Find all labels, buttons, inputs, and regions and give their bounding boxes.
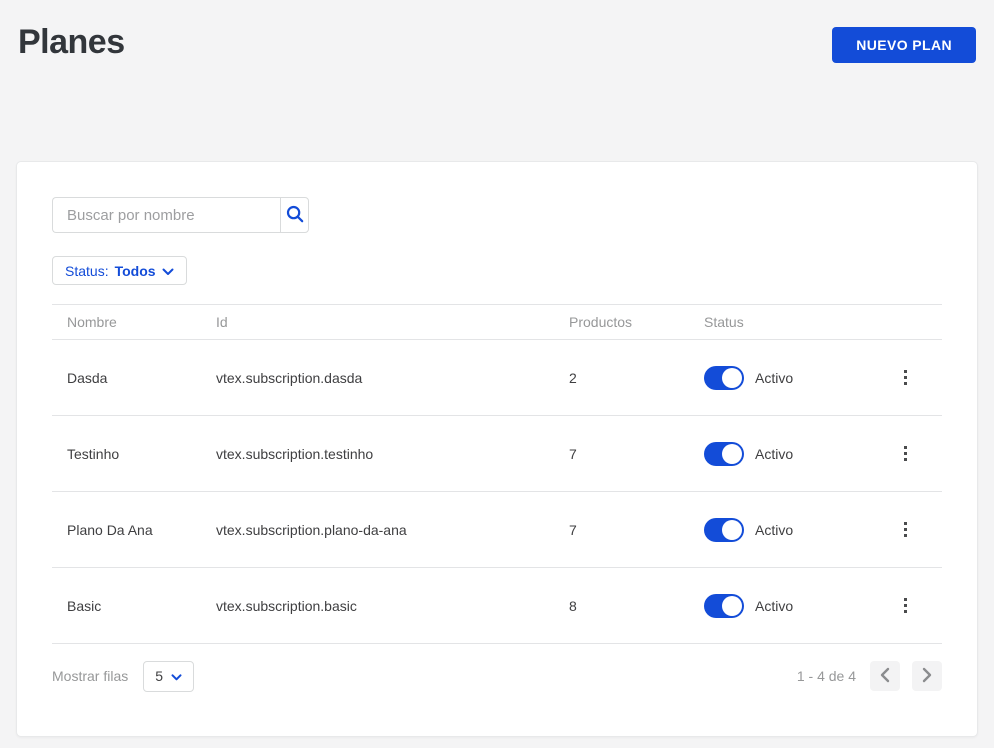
status-filter-value: Todos [114,262,156,279]
table-footer: Mostrar filas 5 1 - 4 de 4 [52,660,942,692]
chevron-down-icon [171,668,182,684]
status-label: Activo [755,369,794,386]
new-plan-button[interactable]: NUEVO PLAN [832,27,976,63]
rows-per-page-label: Mostrar filas [52,668,129,684]
search-button[interactable] [280,197,309,233]
plan-id: vtex.subscription.testinho [216,445,374,462]
status-toggle[interactable] [704,517,744,542]
search-group [52,197,309,233]
filter-row: Status: Todos [52,256,942,285]
kebab-menu-icon[interactable] [894,362,917,393]
toggle-knob [722,519,742,540]
table-row[interactable]: Testinho vtex.subscription.testinho 7 Ac… [52,416,942,492]
table-row[interactable]: Basic vtex.subscription.basic 8 Activo [52,568,942,644]
plan-name: Dasda [67,369,108,386]
rows-per-page-select[interactable]: 5 [143,660,195,692]
previous-page-button[interactable] [870,661,900,691]
pagination: 1 - 4 de 4 [797,661,942,691]
status-filter-label: Status: [65,262,109,279]
kebab-menu-icon[interactable] [894,590,917,621]
plan-products-count: 2 [569,369,577,386]
row-actions-cell [884,514,944,545]
table-header-row: Nombre Id Productos Status [52,304,942,340]
plan-name: Basic [67,597,102,614]
kebab-menu-icon[interactable] [894,438,917,469]
plan-name: Plano Da Ana [67,521,153,538]
plans-table: Nombre Id Productos Status Dasda vtex.su… [52,304,942,644]
row-actions-cell [884,438,944,469]
pagination-range: 1 - 4 de 4 [796,668,856,684]
plan-status-cell: Activo [689,365,884,390]
plans-card: Status: Todos Nombre Id Productos Status [16,161,978,737]
status-label: Activo [755,521,794,538]
plan-status-cell: Activo [689,593,884,618]
kebab-menu-icon[interactable] [894,514,917,545]
status-toggle[interactable] [704,593,744,618]
plan-products-count: 7 [569,445,577,462]
status-label: Activo [755,597,794,614]
column-header-status: Status [704,314,744,330]
plan-products-count: 8 [569,597,577,614]
column-header-nombre: Nombre [67,314,117,330]
column-header-productos: Productos [569,314,633,330]
table-row[interactable]: Dasda vtex.subscription.dasda 2 Activo [52,340,942,416]
chevron-right-icon [922,667,932,686]
status-toggle[interactable] [704,365,744,390]
toggle-knob [722,595,742,616]
status-label: Activo [755,445,794,462]
table-body: Dasda vtex.subscription.dasda 2 Activo T… [52,340,942,644]
plan-status-cell: Activo [689,517,884,542]
column-header-id: Id [216,314,228,330]
plan-id: vtex.subscription.plano-da-ana [216,521,407,538]
plan-name: Testinho [67,445,120,462]
row-actions-cell [884,590,944,621]
magnifier-icon [285,204,305,227]
plan-status-cell: Activo [689,441,884,466]
chevron-down-icon [162,263,174,279]
rows-per-page-control: Mostrar filas 5 [52,660,195,692]
rows-per-page-value: 5 [155,668,164,684]
plan-id: vtex.subscription.dasda [216,369,363,386]
status-toggle[interactable] [704,441,744,466]
plan-id: vtex.subscription.basic [216,597,357,614]
row-actions-cell [884,362,944,393]
page-header: Planes NUEVO PLAN [16,23,978,63]
plan-products-count: 7 [569,521,577,538]
page-title: Planes [18,23,125,61]
next-page-button[interactable] [912,661,942,691]
table-row[interactable]: Plano Da Ana vtex.subscription.plano-da-… [52,492,942,568]
chevron-left-icon [880,667,890,686]
planes-page: Planes NUEVO PLAN Status: Todos [0,0,994,737]
toggle-knob [722,367,742,388]
toggle-knob [722,443,742,464]
status-filter-chip[interactable]: Status: Todos [52,256,187,285]
search-input[interactable] [52,197,280,233]
